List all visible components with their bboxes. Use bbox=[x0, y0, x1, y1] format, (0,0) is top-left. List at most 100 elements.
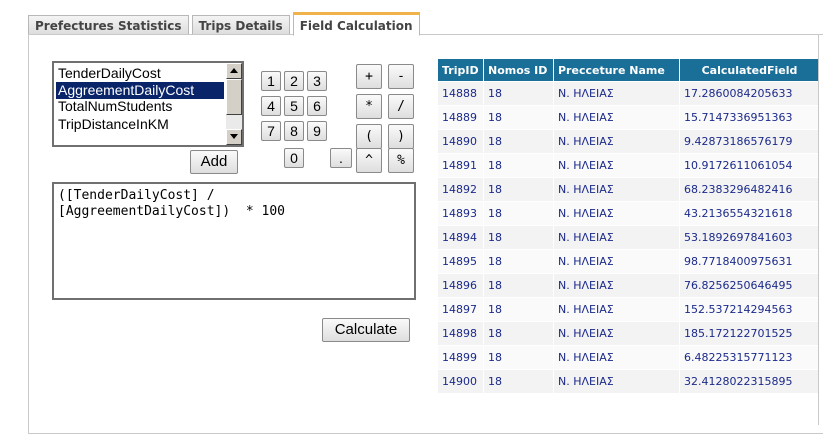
tab-bar: Prefectures Statistics Trips Details Fie… bbox=[28, 11, 423, 36]
cell-nomos-id: 18 bbox=[483, 249, 554, 274]
cell-tripid: 14890 bbox=[437, 129, 484, 154]
table-row[interactable]: 14893 18 Ν. ΗΛΕΙΑΣ 43.2136554321618 bbox=[437, 201, 820, 226]
cell-tripid: 14897 bbox=[437, 297, 484, 322]
results-table: TripID Nomos ID Precceture Name Calculat… bbox=[437, 58, 820, 394]
triangle-up-icon bbox=[230, 68, 238, 73]
key-5[interactable]: 5 bbox=[284, 96, 304, 116]
calculate-button[interactable]: Calculate bbox=[322, 318, 410, 342]
cell-calculated-field: 32.4128022315895 bbox=[679, 369, 820, 394]
cell-tripid: 14896 bbox=[437, 273, 484, 298]
cell-calculated-field: 152.537214294563 bbox=[679, 297, 820, 322]
cell-tripid: 14898 bbox=[437, 321, 484, 346]
cell-precceture-name: Ν. ΗΛΕΙΑΣ bbox=[553, 225, 680, 250]
cell-precceture-name: Ν. ΗΛΕΙΑΣ bbox=[553, 345, 680, 370]
key-power[interactable]: ^ bbox=[356, 148, 382, 173]
list-item-trip-distance-in-km[interactable]: TripDistanceInKM bbox=[56, 116, 224, 133]
key-3[interactable]: 3 bbox=[307, 71, 327, 91]
cell-precceture-name: Ν. ΗΛΕΙΑΣ bbox=[553, 249, 680, 274]
cell-nomos-id: 18 bbox=[483, 105, 554, 130]
cell-tripid: 14899 bbox=[437, 345, 484, 370]
key-6[interactable]: 6 bbox=[307, 96, 327, 116]
cell-calculated-field: 98.7718400975631 bbox=[679, 249, 820, 274]
scroll-up-button[interactable] bbox=[226, 63, 242, 79]
column-header-nomos-id[interactable]: Nomos ID bbox=[483, 58, 554, 82]
list-item-tender-daily-cost[interactable]: TenderDailyCost bbox=[56, 65, 224, 82]
table-row[interactable]: 14895 18 Ν. ΗΛΕΙΑΣ 98.7718400975631 bbox=[437, 249, 820, 274]
panel-right-border bbox=[818, 34, 819, 425]
key-0[interactable]: 0 bbox=[284, 148, 304, 168]
table-row[interactable]: 14890 18 Ν. ΗΛΕΙΑΣ 9.42873186576179 bbox=[437, 129, 820, 154]
cell-precceture-name: Ν. ΗΛΕΙΑΣ bbox=[553, 369, 680, 394]
list-item-total-num-students[interactable]: TotalNumStudents bbox=[56, 99, 224, 116]
cell-precceture-name: Ν. ΗΛΕΙΑΣ bbox=[553, 273, 680, 298]
cell-precceture-name: Ν. ΗΛΕΙΑΣ bbox=[553, 105, 680, 130]
cell-calculated-field: 68.2383296482416 bbox=[679, 177, 820, 202]
list-scrollbar[interactable] bbox=[226, 63, 242, 145]
cell-calculated-field: 9.42873186576179 bbox=[679, 129, 820, 154]
key-open-paren[interactable]: ( bbox=[356, 124, 382, 149]
cell-precceture-name: Ν. ΗΛΕΙΑΣ bbox=[553, 129, 680, 154]
add-button[interactable]: Add bbox=[190, 150, 238, 174]
cell-nomos-id: 18 bbox=[483, 321, 554, 346]
formula-textarea[interactable]: ([TenderDailyCost] / [AggreementDailyCos… bbox=[52, 182, 416, 300]
cell-calculated-field: 43.2136554321618 bbox=[679, 201, 820, 226]
tab-field-calculation[interactable]: Field Calculation bbox=[292, 12, 420, 36]
cell-calculated-field: 15.7147336951363 bbox=[679, 105, 820, 130]
cell-calculated-field: 6.48225315771123 bbox=[679, 345, 820, 370]
key-7[interactable]: 7 bbox=[261, 121, 281, 141]
cell-tripid: 14891 bbox=[437, 153, 484, 178]
table-row[interactable]: 14897 18 Ν. ΗΛΕΙΑΣ 152.537214294563 bbox=[437, 297, 820, 322]
table-row[interactable]: 14892 18 Ν. ΗΛΕΙΑΣ 68.2383296482416 bbox=[437, 177, 820, 202]
scroll-down-button[interactable] bbox=[226, 129, 242, 145]
cell-nomos-id: 18 bbox=[483, 273, 554, 298]
cell-nomos-id: 18 bbox=[483, 177, 554, 202]
cell-precceture-name: Ν. ΗΛΕΙΑΣ bbox=[553, 321, 680, 346]
key-9[interactable]: 9 bbox=[307, 121, 327, 141]
key-decimal-point[interactable]: . bbox=[330, 148, 352, 168]
cell-precceture-name: Ν. ΗΛΕΙΑΣ bbox=[553, 81, 680, 106]
column-header-calculated-field[interactable]: CalculatedField bbox=[679, 58, 820, 82]
tab-trips-details[interactable]: Trips Details bbox=[191, 15, 290, 35]
triangle-down-icon bbox=[230, 134, 238, 139]
key-8[interactable]: 8 bbox=[284, 121, 304, 141]
table-row[interactable]: 14896 18 Ν. ΗΛΕΙΑΣ 76.8256250646495 bbox=[437, 273, 820, 298]
cell-precceture-name: Ν. ΗΛΕΙΑΣ bbox=[553, 177, 680, 202]
key-2[interactable]: 2 bbox=[284, 71, 304, 91]
key-minus[interactable]: - bbox=[388, 64, 414, 89]
table-row[interactable]: 14900 18 Ν. ΗΛΕΙΑΣ 32.4128022315895 bbox=[437, 369, 820, 394]
column-header-precceture-name[interactable]: Precceture Name bbox=[553, 58, 680, 82]
table-row[interactable]: 14899 18 Ν. ΗΛΕΙΑΣ 6.48225315771123 bbox=[437, 345, 820, 370]
key-plus[interactable]: + bbox=[356, 64, 382, 89]
table-header-row: TripID Nomos ID Precceture Name Calculat… bbox=[437, 58, 820, 82]
table-row[interactable]: 14894 18 Ν. ΗΛΕΙΑΣ 53.1892697841603 bbox=[437, 225, 820, 250]
key-close-paren[interactable]: ) bbox=[388, 124, 414, 149]
table-row[interactable]: 14889 18 Ν. ΗΛΕΙΑΣ 15.7147336951363 bbox=[437, 105, 820, 130]
scroll-thumb[interactable] bbox=[226, 79, 242, 115]
cell-tripid: 14893 bbox=[437, 201, 484, 226]
key-multiply[interactable]: * bbox=[356, 94, 382, 119]
cell-tripid: 14894 bbox=[437, 225, 484, 250]
table-row[interactable]: 14888 18 Ν. ΗΛΕΙΑΣ 17.2860084205633 bbox=[437, 81, 820, 106]
cell-precceture-name: Ν. ΗΛΕΙΑΣ bbox=[553, 153, 680, 178]
table-row[interactable]: 14898 18 Ν. ΗΛΕΙΑΣ 185.172122701525 bbox=[437, 321, 820, 346]
cell-nomos-id: 18 bbox=[483, 81, 554, 106]
cell-calculated-field: 17.2860084205633 bbox=[679, 81, 820, 106]
key-4[interactable]: 4 bbox=[261, 96, 281, 116]
cell-calculated-field: 185.172122701525 bbox=[679, 321, 820, 346]
cell-tripid: 14895 bbox=[437, 249, 484, 274]
cell-calculated-field: 76.8256250646495 bbox=[679, 273, 820, 298]
list-item-aggreement-daily-cost[interactable]: AggreementDailyCost bbox=[56, 82, 224, 99]
table-row[interactable]: 14891 18 Ν. ΗΛΕΙΑΣ 10.9172611061054 bbox=[437, 153, 820, 178]
cell-nomos-id: 18 bbox=[483, 345, 554, 370]
cell-tripid: 14888 bbox=[437, 81, 484, 106]
cell-tripid: 14889 bbox=[437, 105, 484, 130]
cell-nomos-id: 18 bbox=[483, 201, 554, 226]
key-divide[interactable]: / bbox=[388, 94, 414, 119]
field-listbox[interactable]: TenderDailyCost AggreementDailyCost Tota… bbox=[52, 61, 244, 147]
column-header-tripid[interactable]: TripID bbox=[437, 58, 484, 82]
key-1[interactable]: 1 bbox=[261, 71, 281, 91]
cell-calculated-field: 53.1892697841603 bbox=[679, 225, 820, 250]
cell-precceture-name: Ν. ΗΛΕΙΑΣ bbox=[553, 297, 680, 322]
key-percent[interactable]: % bbox=[388, 148, 414, 173]
tab-prefectures-statistics[interactable]: Prefectures Statistics bbox=[28, 15, 189, 35]
